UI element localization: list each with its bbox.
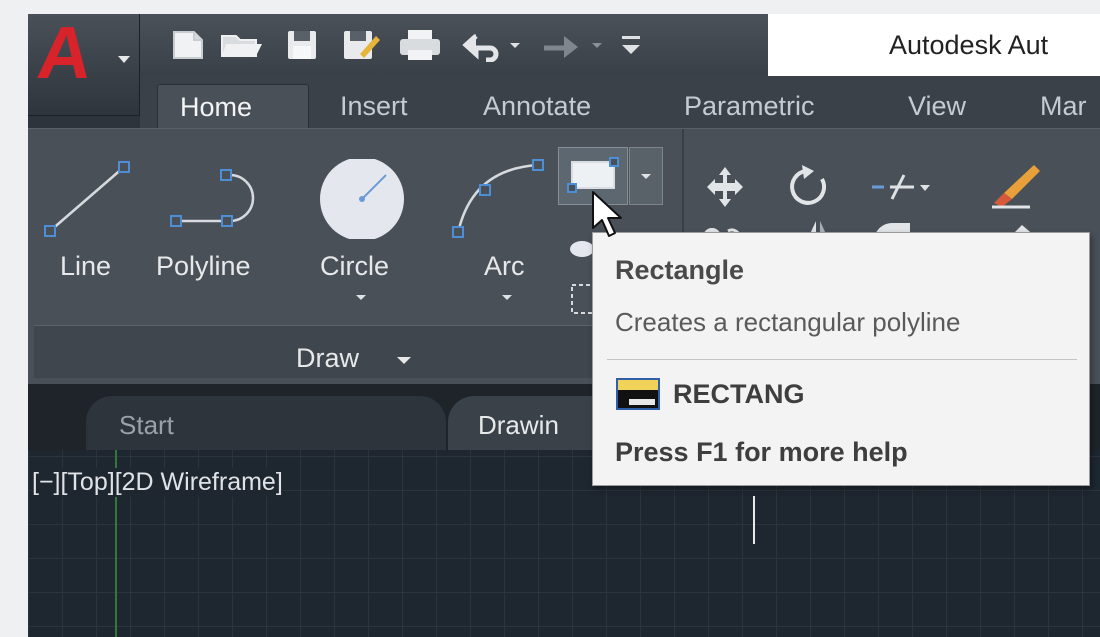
save-as-icon[interactable] [338, 28, 382, 62]
polyline-tool-button[interactable]: Polyline [152, 159, 282, 349]
customize-toolbar-icon[interactable] [616, 28, 646, 62]
polyline-label: Polyline [156, 251, 251, 281]
mouse-pointer-icon [592, 191, 622, 237]
tooltip-description: Creates a rectangular polyline [615, 307, 961, 337]
arc-label: Arc [484, 251, 525, 281]
circle-label: Circle [320, 251, 390, 281]
tab-view[interactable]: View [908, 84, 966, 128]
draw-panel-title: Draw [296, 343, 360, 373]
polyline-icon [170, 169, 255, 227]
window-title: Autodesk Aut [889, 30, 1049, 60]
file-tab-drawing-label: Drawin [478, 410, 559, 440]
tab-home[interactable]: Home [157, 84, 309, 128]
quick-access-toolbar [140, 14, 768, 76]
save-icon[interactable] [282, 28, 322, 62]
ribbon-tab-bar: Home Insert Annotate Parametric View Mar [140, 76, 1100, 128]
print-icon[interactable] [396, 28, 444, 62]
rectangle-tooltip: Rectangle Creates a rectangular polyline… [592, 232, 1090, 486]
erase-icon[interactable] [990, 163, 1042, 209]
tooltip-command-name: RECTANG [673, 379, 805, 409]
autocad-logo-icon: A [33, 14, 96, 94]
redo-dropdown-icon[interactable] [592, 43, 602, 48]
tab-insert[interactable]: Insert [340, 84, 408, 128]
file-tab-start-label: Start [119, 410, 174, 440]
rectangle-dropdown-button[interactable] [629, 147, 663, 205]
arc-dropdown-icon[interactable] [502, 295, 512, 300]
chevron-down-icon [397, 357, 411, 364]
application-menu-button[interactable]: A [28, 14, 140, 116]
tab-parametric[interactable]: Parametric [684, 84, 815, 128]
crosshair-cursor [753, 496, 755, 544]
line-label: Line [60, 251, 112, 281]
line-tool-button[interactable]: Line [42, 159, 132, 349]
arc-icon [452, 159, 544, 238]
command-icon [616, 378, 660, 410]
tooltip-help-text: Press F1 for more help [615, 437, 908, 467]
undo-dropdown-icon[interactable] [510, 43, 520, 48]
line-icon [44, 161, 130, 237]
circle-tool-button[interactable]: Circle [314, 159, 410, 349]
arc-tool-button[interactable]: Arc [442, 159, 552, 349]
tab-manage[interactable]: Mar [1040, 84, 1087, 128]
window-title-bar: Autodesk Aut [768, 14, 1100, 76]
move-icon[interactable] [700, 165, 750, 209]
tab-annotate[interactable]: Annotate [483, 84, 591, 128]
tooltip-title: Rectangle [615, 255, 745, 285]
chevron-down-icon [118, 56, 130, 63]
open-folder-icon[interactable] [218, 28, 266, 62]
rotate-icon[interactable] [784, 165, 834, 209]
tooltip-divider [607, 359, 1077, 360]
redo-icon[interactable] [538, 28, 582, 62]
undo-icon[interactable] [460, 28, 504, 62]
viewport-controls-label[interactable]: [−][Top][2D Wireframe] [32, 468, 283, 497]
trim-icon[interactable] [870, 167, 930, 207]
new-file-icon[interactable] [166, 28, 210, 62]
circle-dropdown-icon[interactable] [356, 295, 366, 300]
circle-icon [320, 159, 404, 239]
chevron-down-icon [641, 174, 651, 179]
